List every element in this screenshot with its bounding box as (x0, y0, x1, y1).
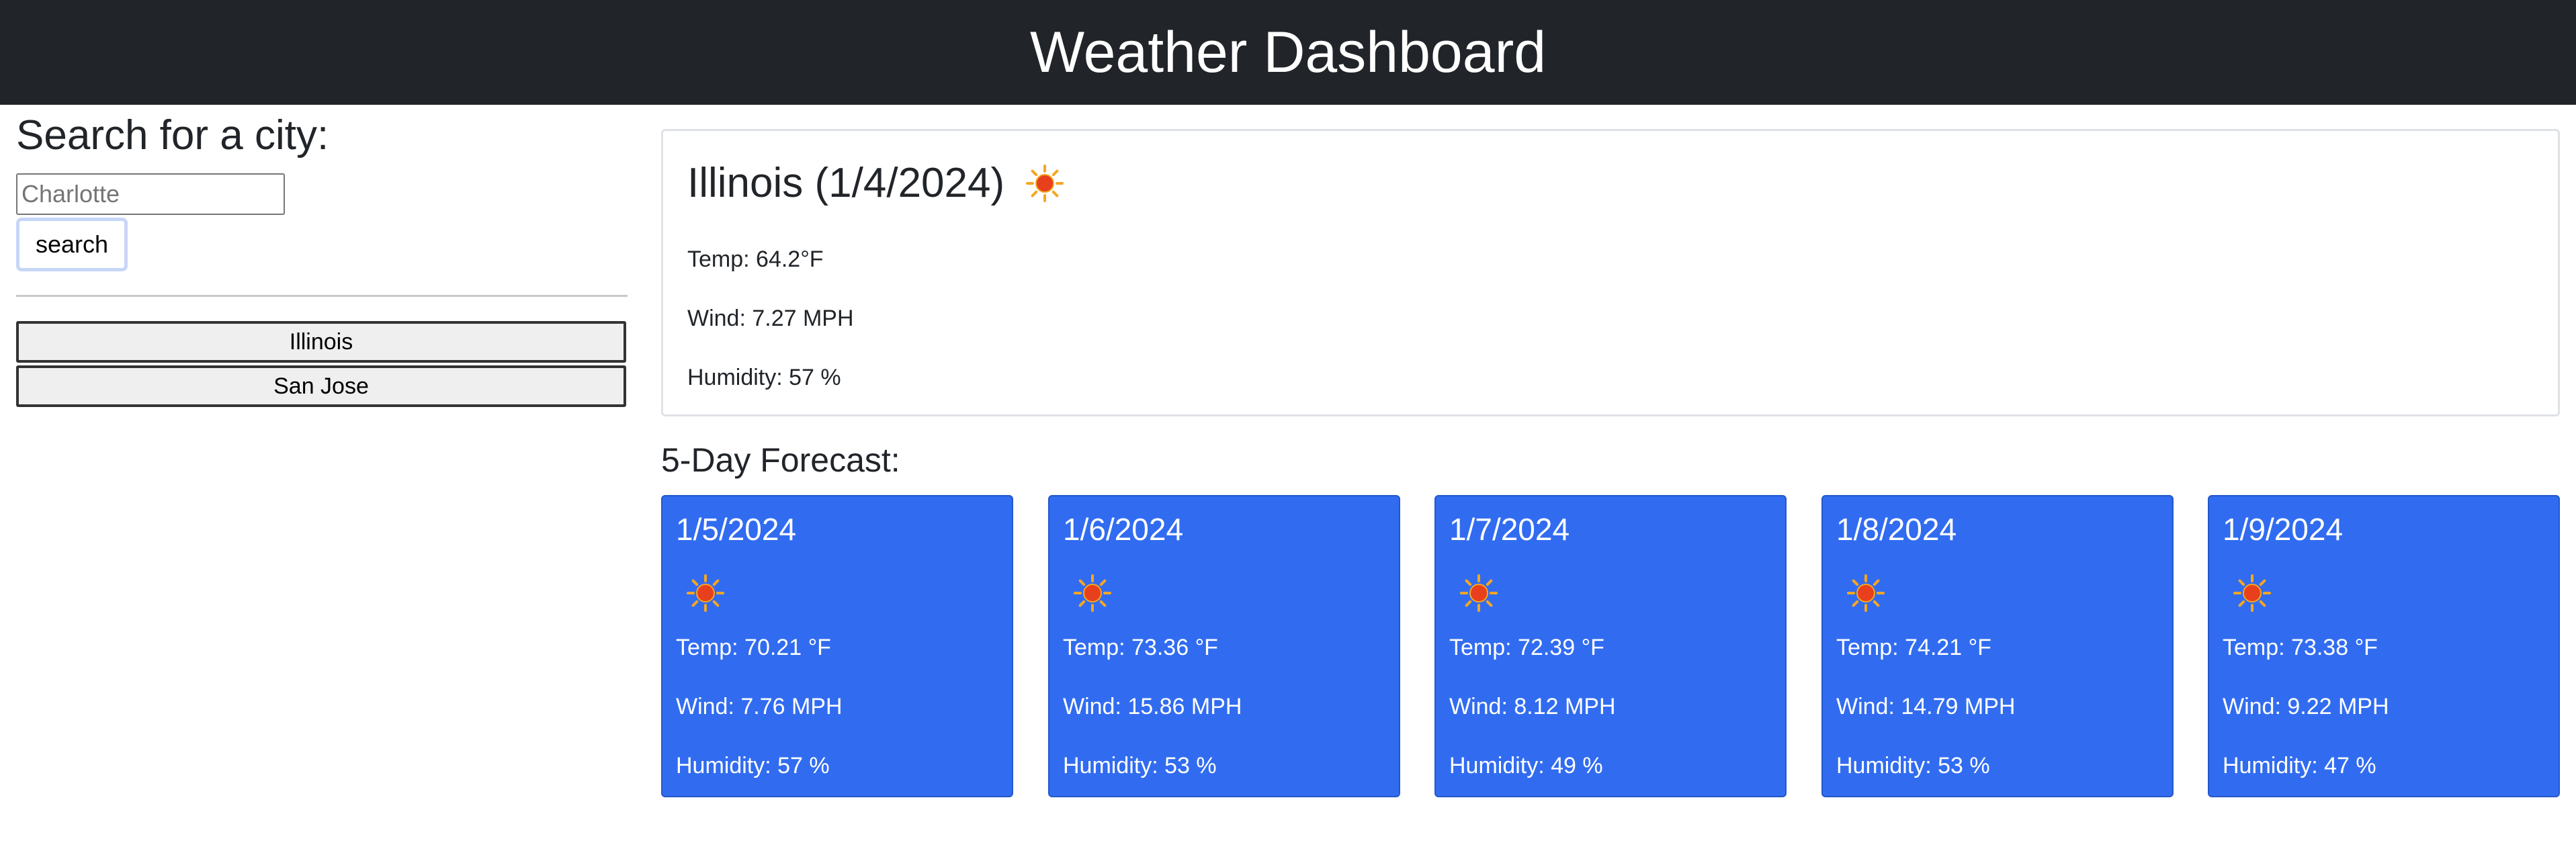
forecast-temp: Temp: 70.21 °F (676, 635, 831, 660)
divider (16, 295, 628, 297)
forecast-wind: Wind: 7.76 MPH (676, 694, 843, 719)
forecast-date: 1/6/2024 (1063, 512, 1184, 547)
forecast-wind: Wind: 14.79 MPH (1836, 694, 2016, 719)
forecast-row: 1/5/2024 Temp: 70.21 °F Wind: 7.76 MPH H… (661, 495, 2560, 797)
forecast-card: 1/6/2024 Temp: 73.36 °F Wind: 15.86 MPH … (1048, 495, 1400, 797)
city-search-input[interactable] (16, 173, 285, 215)
sun-icon (1072, 573, 1113, 613)
forecast-temp: Temp: 73.38 °F (2223, 635, 2378, 660)
forecast-card: 1/9/2024 Temp: 73.38 °F Wind: 9.22 MPH H… (2208, 495, 2560, 797)
forecast-heading: 5-Day Forecast: (661, 441, 900, 479)
current-wind: Wind: 7.27 MPH (687, 306, 854, 331)
forecast-humidity: Humidity: 49 % (1449, 753, 1603, 778)
forecast-temp: Temp: 74.21 °F (1836, 635, 1991, 660)
forecast-date: 1/8/2024 (1836, 512, 1957, 547)
current-weather-card: Illinois (1/4/2024) Temp: 64.2°F Wind: 7… (661, 129, 2560, 416)
current-temp: Temp: 64.2°F (687, 247, 824, 272)
page-title: Weather Dashboard (1029, 19, 1547, 85)
forecast-humidity: Humidity: 47 % (2223, 753, 2376, 778)
forecast-date: 1/5/2024 (676, 512, 797, 547)
sun-icon (1459, 573, 1499, 613)
current-city-date: Illinois (1/4/2024) (687, 160, 1005, 206)
forecast-date: 1/7/2024 (1449, 512, 1570, 547)
sun-icon (1025, 163, 1065, 204)
forecast-wind: Wind: 8.12 MPH (1449, 694, 1616, 719)
search-history: Illinois San Jose (16, 321, 628, 410)
forecast-date: 1/9/2024 (2223, 512, 2344, 547)
forecast-card: 1/7/2024 Temp: 72.39 °F Wind: 8.12 MPH H… (1434, 495, 1787, 797)
forecast-temp: Temp: 72.39 °F (1449, 635, 1604, 660)
current-humidity: Humidity: 57 % (687, 365, 841, 390)
forecast-humidity: Humidity: 53 % (1836, 753, 1990, 778)
search-title: Search for a city: (16, 112, 329, 159)
forecast-card: 1/8/2024 Temp: 74.21 °F Wind: 14.79 MPH … (1821, 495, 2174, 797)
forecast-humidity: Humidity: 57 % (676, 753, 830, 778)
sun-icon (685, 573, 726, 613)
forecast-wind: Wind: 9.22 MPH (2223, 694, 2389, 719)
sun-icon (2232, 573, 2272, 613)
forecast-card: 1/5/2024 Temp: 70.21 °F Wind: 7.76 MPH H… (661, 495, 1013, 797)
sun-icon (1846, 573, 1886, 613)
forecast-wind: Wind: 15.86 MPH (1063, 694, 1242, 719)
forecast-humidity: Humidity: 53 % (1063, 753, 1217, 778)
app-header: Weather Dashboard (0, 0, 2576, 105)
current-weather-heading: Illinois (1/4/2024) (687, 159, 1065, 207)
history-item-illinois[interactable]: Illinois (16, 321, 626, 363)
forecast-temp: Temp: 73.36 °F (1063, 635, 1218, 660)
search-button[interactable]: search (16, 218, 128, 271)
history-item-san-jose[interactable]: San Jose (16, 365, 626, 407)
